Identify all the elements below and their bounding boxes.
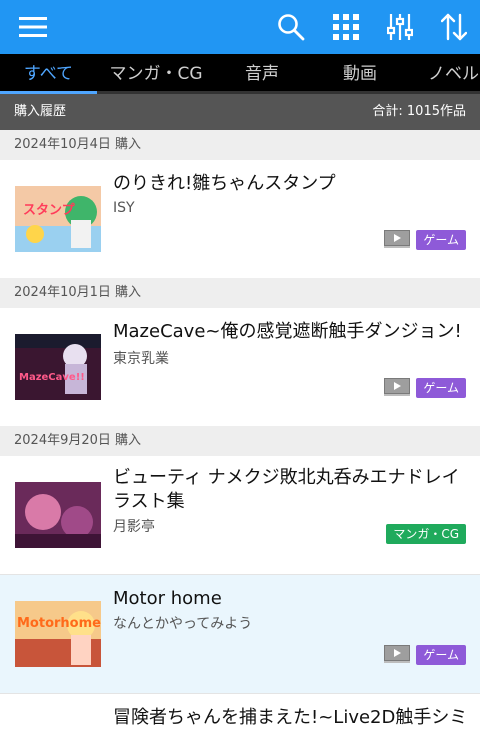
item-title: 冒険者ちゃんを捕まえた!~Live2D触手シミュ (113, 707, 464, 728)
list-item[interactable]: スタンプ のりきれ!雛ちゃんスタンプ ISY ゲーム (0, 160, 480, 278)
item-title: Motor home (113, 588, 222, 609)
product-thumbnail (15, 482, 101, 548)
item-circle: 月影亭 (113, 519, 155, 535)
sort-icon[interactable] (434, 0, 474, 54)
product-thumbnail: MazeCave!! (15, 334, 101, 400)
category-tabs: すべて マンガ・CG 音声 動画 ノベル (0, 54, 480, 94)
video-play-icon (384, 645, 410, 663)
category-badge: ゲーム (416, 230, 466, 250)
svg-text:Motorhome: Motorhome (17, 616, 101, 631)
page-title: 購入履歴 (14, 104, 67, 119)
product-thumbnail: Motorhome (15, 601, 101, 667)
purchase-date: 2024年10月4日 購入 (0, 130, 480, 160)
product-thumbnail: スタンプ (15, 186, 101, 252)
item-circle: 東京乳業 (113, 351, 169, 367)
search-icon[interactable] (271, 0, 311, 54)
category-badge: ゲーム (416, 378, 466, 398)
tab-all[interactable]: すべて (0, 54, 97, 94)
tab-manga-cg[interactable]: マンガ・CG (100, 54, 212, 94)
menu-icon[interactable] (13, 0, 53, 54)
video-play-icon (384, 378, 410, 396)
item-title: ビューティ ナメクジ敗北丸呑みエナドレイラスト集 (113, 467, 460, 512)
svg-text:スタンプ: スタンプ (23, 203, 76, 218)
list-item[interactable]: ビューティ ナメクジ敗北丸呑みエナドレイラスト集 月影亭 マンガ・CG (0, 456, 480, 574)
list-item[interactable]: 冒険者ちゃんを捕まえた!~Live2D触手シミュ (0, 694, 480, 754)
item-circle: なんとかやってみよう (113, 616, 253, 632)
tab-novel[interactable]: ノベル (428, 54, 480, 94)
category-badge: ゲーム (416, 645, 466, 665)
list-item[interactable]: Motorhome Motor home なんとかやってみよう ゲーム (0, 575, 480, 693)
sliders-icon[interactable] (380, 0, 420, 54)
video-play-icon (384, 230, 410, 248)
item-title: のりきれ!雛ちゃんスタンプ (113, 173, 336, 194)
total-count: 合計: 1015作品 (372, 104, 466, 119)
tab-video[interactable]: 動画 (318, 54, 402, 94)
purchase-history-bar: 購入履歴 合計: 1015作品 (0, 94, 480, 130)
purchase-date: 2024年9月20日 購入 (0, 426, 480, 456)
purchase-date: 2024年10月1日 購入 (0, 278, 480, 308)
tab-voice[interactable]: 音声 (220, 54, 304, 94)
grid-icon[interactable] (326, 0, 366, 54)
app-bar (0, 0, 480, 54)
list-item[interactable]: MazeCave!! MazeCave~俺の感覚遮断触手ダンジョン! 東京乳業 … (0, 308, 480, 426)
item-title: MazeCave~俺の感覚遮断触手ダンジョン! (113, 321, 462, 342)
item-circle: ISY (113, 200, 135, 216)
svg-text:MazeCave!!: MazeCave!! (19, 372, 85, 383)
category-badge: マンガ・CG (386, 524, 466, 544)
